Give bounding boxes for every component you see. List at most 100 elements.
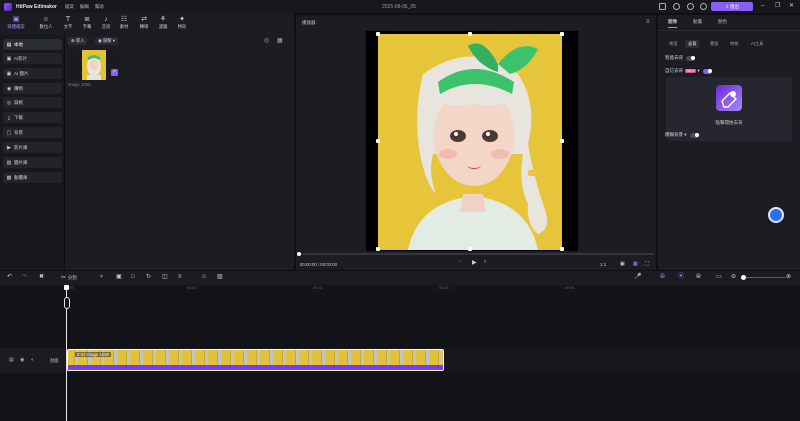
tab-image[interactable]: 圖像: [668, 19, 678, 28]
sidebar-item-background[interactable]: ▢ 背景: [3, 127, 62, 138]
prev-frame-icon[interactable]: ‹: [459, 259, 461, 265]
media-sidebar: ▤ 本地 ▣ AI影片 ▣ AI 圖片 ◉ 購物 ◎ 錄製 ⤓ 下載 ▢ 背景 ▶ 影片庫 ▨ 圖…: [0, 35, 65, 270]
settings-icon[interactable]: [700, 3, 707, 10]
sidebar-item-record[interactable]: ◎ 錄製: [3, 97, 62, 108]
subtab-remove-bg[interactable]: 去背: [685, 40, 700, 48]
export-button[interactable]: ⇪ 匯出: [711, 2, 753, 11]
tab-media[interactable]: ▣ 媒體檔案: [3, 15, 29, 34]
zoom-out-icon[interactable]: ⊖: [731, 274, 736, 281]
panel-menu-icon[interactable]: ≡: [646, 19, 650, 25]
sidebar-item-image-library[interactable]: ▨ 圖片庫: [3, 157, 62, 168]
snap-icon[interactable]: ⦾: [696, 274, 701, 281]
filter-icon[interactable]: ◎: [264, 37, 269, 44]
timeline-clip[interactable]: 0:03 image 1050: [67, 349, 444, 371]
zoom-in-icon[interactable]: ⊕: [786, 274, 791, 281]
sidebar-item-ai-video[interactable]: ▣ AI影片: [3, 53, 62, 64]
sidebar-item-ai-image[interactable]: ▣ AI 圖片: [3, 68, 62, 79]
playhead-bubble[interactable]: [64, 297, 70, 309]
selected-check-icon[interactable]: ✓: [111, 69, 118, 76]
link-icon[interactable]: ⦾: [660, 274, 665, 281]
sidebar-item-label: 影片庫: [14, 144, 28, 150]
tab-color[interactable]: 顏色: [718, 19, 727, 25]
playhead-knob[interactable]: [64, 285, 69, 290]
sidebar-item-local[interactable]: ▤ 本地: [3, 39, 62, 50]
preview-canvas[interactable]: [366, 31, 578, 251]
freeze-icon[interactable]: ▣: [116, 274, 122, 281]
video-library-icon: ▶: [7, 144, 11, 151]
sidebar-item-label: 背景: [14, 129, 23, 135]
mute-icon[interactable]: ◐: [31, 357, 34, 363]
visibility-icon[interactable]: ◉: [20, 357, 24, 363]
grid-view-icon[interactable]: ▦: [277, 37, 283, 44]
subtab-common[interactable]: 常用: [666, 40, 680, 48]
export-label: 匯出: [730, 3, 740, 9]
menu-help[interactable]: 幫助: [95, 4, 104, 10]
download-icon[interactable]: [687, 3, 694, 10]
assistant-button[interactable]: [768, 207, 784, 223]
smart-bg-toggle[interactable]: [686, 55, 695, 61]
crop-icon[interactable]: □: [131, 274, 135, 281]
screenshot-icon[interactable]: ▣: [620, 261, 625, 267]
blur-bg-toggle[interactable]: [689, 132, 699, 138]
play-icon[interactable]: ▶: [472, 259, 477, 266]
magnet-icon[interactable]: ⦿: [678, 274, 684, 281]
split-button[interactable]: ✂ 分割: [61, 274, 77, 282]
new-badge: NEW: [685, 69, 697, 73]
tab-animation[interactable]: 動畫: [693, 19, 702, 25]
resize-handle-br[interactable]: [560, 247, 564, 251]
resize-handle-mr[interactable]: [560, 139, 564, 143]
minimize-icon[interactable]: –: [761, 3, 764, 10]
zoom-slider[interactable]: [742, 277, 786, 278]
fullscreen-icon[interactable]: ⛶: [645, 261, 649, 267]
speed-icon[interactable]: ≡: [178, 274, 182, 281]
zoom-ratio[interactable]: 1:1: [600, 262, 606, 267]
zoom-slider-knob[interactable]: [741, 275, 746, 280]
timeline-ruler[interactable]: 00:00 00:01 00:02 00:03 00:04: [0, 285, 800, 293]
delete-icon[interactable]: ✖: [39, 274, 44, 281]
undo-icon[interactable]: ↶: [7, 274, 12, 281]
sidebar-item-download[interactable]: ⤓ 下載: [3, 112, 62, 123]
resize-handle-tl[interactable]: [376, 32, 380, 36]
next-frame-icon[interactable]: ›: [484, 259, 486, 265]
subtab-ai-tools[interactable]: AI工具: [748, 40, 766, 48]
resize-handle-bl[interactable]: [376, 247, 380, 251]
custom-bg-toggle[interactable]: [702, 68, 712, 74]
preview-panel: 播放器 ≡ 00:00:00 / 00:03:00 ‹ ▶ › 1:1 ▣ ▦ …: [296, 15, 656, 270]
fit-icon[interactable]: ▭: [716, 274, 722, 281]
subtab-effect[interactable]: 特效: [727, 40, 741, 48]
grid-icon[interactable]: ▦: [633, 261, 638, 267]
maximize-icon[interactable]: ❐: [775, 3, 780, 10]
lock-icon[interactable]: ▤: [9, 357, 14, 363]
redo-icon[interactable]: ↷: [22, 274, 27, 281]
sidebar-item-video-library[interactable]: ▶ 影片庫: [3, 142, 62, 153]
resize-handle-tc[interactable]: [468, 32, 472, 36]
scrubber-knob[interactable]: [297, 252, 301, 256]
marker-icon[interactable]: ▿: [100, 274, 103, 281]
resize-handle-ml[interactable]: [376, 139, 380, 143]
layout-icon[interactable]: [659, 3, 666, 10]
import-button[interactable]: ⊕ 導入: [68, 37, 88, 45]
subtab-mask[interactable]: 蒙版: [707, 40, 721, 48]
image-library-icon: ▨: [6, 159, 12, 166]
sidebar-item-label: AI影片: [14, 55, 28, 61]
avatar-icon[interactable]: ☺: [201, 274, 207, 281]
preview-title: 播放器: [302, 20, 316, 25]
sidebar-item-animation-library[interactable]: ▩ 動畫庫: [3, 172, 62, 183]
menu-edit[interactable]: 編輯: [80, 4, 89, 10]
preview-scrubber[interactable]: [298, 253, 654, 255]
preview-image[interactable]: [378, 34, 562, 250]
rotate-icon[interactable]: ↻: [146, 274, 151, 281]
sidebar-item-label: 本地: [14, 41, 23, 47]
feedback-icon[interactable]: [673, 3, 680, 10]
mirror-icon[interactable]: ◫: [162, 274, 168, 281]
tab-effect[interactable]: ✦ 特效: [169, 15, 195, 34]
track-label[interactable]: 封面: [50, 358, 59, 364]
sidebar-item-shopping[interactable]: ◉ 購物: [3, 83, 62, 94]
microphone-icon[interactable]: 🎤: [634, 274, 641, 281]
resize-handle-tr[interactable]: [560, 32, 564, 36]
menu-file[interactable]: 檔案: [65, 4, 74, 10]
image-icon[interactable]: ▨: [217, 274, 223, 281]
resize-handle-bc[interactable]: [468, 247, 472, 251]
record-dropdown[interactable]: ◉ 錄製 ▾: [95, 37, 118, 45]
close-icon[interactable]: ✕: [789, 3, 794, 10]
